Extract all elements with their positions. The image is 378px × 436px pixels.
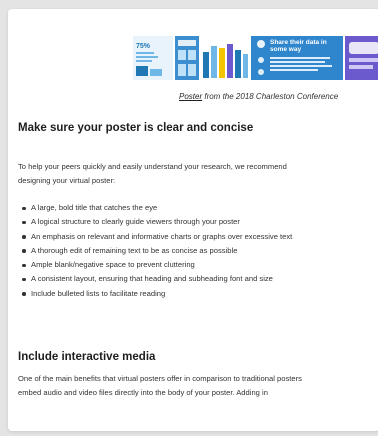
design-tips-list: A large, bold title that catches the eye… [18, 201, 292, 301]
list-item: A consistent layout, ensuring that headi… [21, 272, 292, 286]
list-item: A large, bold title that catches the eye [21, 201, 292, 215]
section-heading-interactive-media: Include interactive media [18, 351, 156, 363]
intro-line-2: designing your virtual poster: [18, 176, 116, 185]
list-item: A thorough edit of remaining text to be … [21, 244, 292, 258]
poster-percent: 75% [136, 43, 151, 50]
poster-graphic: 75% Share their data in some way [133, 36, 378, 80]
intro-line-1: To help your peers quickly and easily un… [18, 162, 287, 171]
list-item: Include bulleted lists to facilitate rea… [21, 287, 292, 301]
list-item: Ample blank/negative space to prevent cl… [21, 258, 292, 272]
interactive-media-paragraph: One of the main benefits that virtual po… [18, 372, 302, 400]
section-heading-clear-concise: Make sure your poster is clear and conci… [18, 122, 254, 134]
poster-caption: Poster from the 2018 Charleston Conferen… [179, 92, 378, 101]
list-item: A logical structure to clearly guide vie… [21, 215, 292, 229]
poster-headline-line1: Share their data in [270, 39, 327, 46]
poster-headline-line2: some way [270, 46, 301, 53]
poster-image[interactable]: 75% Share their data in some way [133, 34, 378, 82]
article-card: 75% Share their data in some way Poster … [8, 9, 378, 431]
list-item: An emphasis on relevant and informative … [21, 230, 292, 244]
media-line-2: embed audio and video files directly int… [18, 388, 268, 397]
poster-link[interactable]: Poster [179, 92, 202, 101]
poster-caption-text: from the 2018 Charleston Conference [202, 92, 339, 101]
intro-paragraph: To help your peers quickly and easily un… [18, 160, 287, 188]
media-line-1: One of the main benefits that virtual po… [18, 374, 302, 383]
